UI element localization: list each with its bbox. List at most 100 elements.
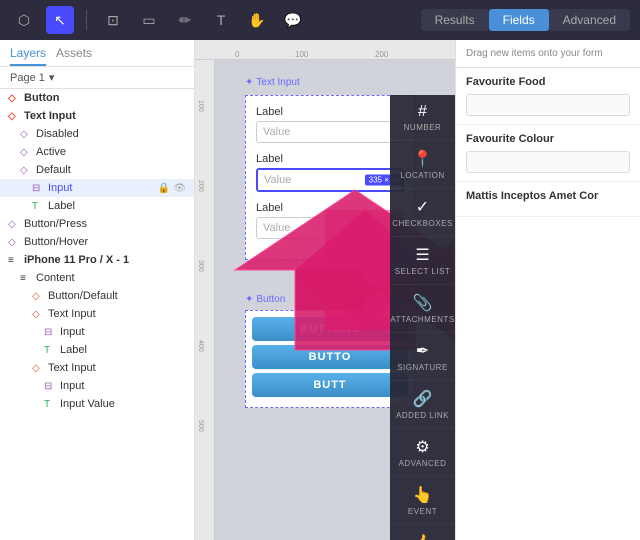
layer-label: Label (60, 344, 87, 356)
design-button-3[interactable]: BUTT (252, 373, 408, 397)
layer-button-default[interactable]: ◇ Button/Default (0, 287, 194, 305)
number-label: NUMBER (404, 123, 442, 132)
event-icon-item[interactable]: 👆 EVENT (390, 477, 455, 525)
design-button-1[interactable]: BUTTONS (252, 317, 408, 341)
layer-button[interactable]: ◇ Button (0, 89, 194, 107)
location-icon-item[interactable]: 📍 LOCATION (390, 141, 455, 189)
signature-icon-item[interactable]: ✒ SIGNATURE (390, 333, 455, 381)
signature-label: SIGNATURE (397, 363, 448, 372)
selectlist-label: SELECT LIST (395, 267, 451, 276)
results-tab[interactable]: Results (421, 9, 489, 31)
layer-default[interactable]: ◇ Default (0, 161, 194, 179)
layer-input2[interactable]: ⊟ Input (0, 323, 194, 341)
location-icon: 📍 (413, 149, 433, 169)
toolbar-right: Results Fields Advanced (421, 9, 630, 31)
design-button-2[interactable]: BUTTO (252, 345, 408, 369)
drag-hint: Drag new items onto your form (456, 40, 640, 68)
layer-label: Content (36, 272, 75, 284)
layer-button-press[interactable]: ◇ Button/Press (0, 215, 194, 233)
chevron-down-icon: ▾ (49, 71, 55, 84)
lock-icon[interactable]: 🔒 (158, 183, 170, 194)
toolbar-divider (86, 10, 87, 30)
favourite-food-input[interactable] (466, 94, 630, 116)
layer-input[interactable]: ⊟ Input 🔒 👁 (0, 179, 194, 197)
layer-text-input[interactable]: ◇ Text Input (0, 107, 194, 125)
component-icon: ◇ (8, 93, 20, 104)
field-group-3: Label Value (256, 202, 404, 239)
pen-tool[interactable]: ✏ (171, 6, 199, 34)
cursor-tool[interactable]: ↖ (46, 6, 74, 34)
frame-tool[interactable]: ⊡ (99, 6, 127, 34)
layer-actions: 🔒 👁 (158, 183, 186, 194)
layer-label: Button (24, 92, 59, 104)
advanced-tab[interactable]: Advanced (549, 9, 630, 31)
button-icon: 👍 (413, 533, 433, 540)
checkboxes-icon-item[interactable]: ✓ CHECKBOXES (390, 189, 455, 237)
field-value-1[interactable]: Value (256, 121, 404, 143)
layer-button-hover[interactable]: ◇ Button/Hover (0, 233, 194, 251)
number-icon: # (418, 103, 427, 121)
ruler-mark-0: 0 (235, 50, 239, 59)
favourite-colour-input[interactable] (466, 151, 630, 173)
field-value-3[interactable]: Value (256, 217, 404, 239)
layer-label: Default (36, 164, 71, 176)
layer-text-input3[interactable]: ◇ Text Input (0, 359, 194, 377)
text-tool[interactable]: T (207, 6, 235, 34)
diamond-icon: ◇ (20, 129, 32, 140)
layer-label: Input (60, 380, 84, 392)
diamond-icon: ◇ (8, 237, 20, 248)
right-panel: Drag new items onto your form Favourite … (455, 40, 640, 540)
layer-active[interactable]: ◇ Active (0, 143, 194, 161)
layer-input3[interactable]: ⊟ Input (0, 377, 194, 395)
event-icon: 👆 (413, 485, 433, 505)
layer-disabled[interactable]: ◇ Disabled (0, 125, 194, 143)
assets-tab[interactable]: Assets (56, 46, 92, 66)
ruler-mark-vert-400: 400 (197, 340, 204, 352)
fields-tab[interactable]: Fields (489, 9, 549, 31)
field-value-2[interactable]: Value 335 × 49 (256, 168, 404, 192)
favourite-food-section: Favourite Food (456, 68, 640, 125)
text-icon: T (32, 201, 44, 212)
layer-text-input2[interactable]: ◇ Text Input (0, 305, 194, 323)
page-selector[interactable]: Page 1 ▾ (0, 67, 194, 89)
select-tool[interactable]: ⬡ (10, 6, 38, 34)
number-icon-item[interactable]: # NUMBER (390, 95, 455, 141)
layer-label: Label (48, 200, 75, 212)
eye-icon[interactable]: 👁 (173, 183, 186, 194)
field-label-2: Label (256, 153, 404, 165)
checkboxes-label: CHECKBOXES (392, 219, 453, 228)
toolbar: ⬡ ↖ ⊡ ▭ ✏ T ✋ 💬 Results Fields Advanced (0, 0, 640, 40)
added-link-item[interactable]: 🔗 ADDED LINK (390, 381, 455, 429)
layer-label: Button/Default (48, 290, 118, 302)
selectlist-icon-item[interactable]: ☰ SELECT LIST (390, 237, 455, 285)
icon-panel: # NUMBER 📍 LOCATION ✓ CHECKBOXES ☰ SELEC… (390, 95, 455, 540)
layer-iphone[interactable]: ≡ iPhone 11 Pro / X - 1 (0, 251, 194, 269)
sidebar-tabs: Layers Assets (0, 40, 194, 67)
added-link-label: ADDED LINK (396, 411, 449, 420)
layer-label-item[interactable]: T Label (0, 197, 194, 215)
ruler-mark-vert-300: 300 (197, 260, 204, 272)
button-icon-item[interactable]: 👍 BUTTON (390, 525, 455, 540)
signature-icon: ✒ (416, 341, 429, 361)
comment-tool[interactable]: 💬 (279, 6, 307, 34)
layer-input-value[interactable]: T Input Value (0, 395, 194, 413)
sparkle-icon: ✦ (245, 294, 253, 305)
ruler-mark-vert-500: 500 (197, 420, 204, 432)
layer-label2[interactable]: T Label (0, 341, 194, 359)
text-icon: T (44, 345, 56, 356)
input-icon: ⊟ (44, 381, 56, 392)
advanced-item[interactable]: ⚙ ADVANCED (390, 429, 455, 477)
shape-tool[interactable]: ▭ (135, 6, 163, 34)
layer-label: Button/Hover (24, 236, 88, 248)
hand-tool[interactable]: ✋ (243, 6, 271, 34)
component-icon: ◇ (32, 309, 44, 320)
layer-label: Active (36, 146, 66, 158)
attachments-icon-item[interactable]: 📎 ATTACHMENTS (390, 285, 455, 333)
frame-icon: ≡ (20, 273, 32, 284)
field-label-3: Label (256, 202, 404, 214)
layer-label: Text Input (24, 110, 76, 122)
layer-content[interactable]: ≡ Content (0, 269, 194, 287)
layers-tab[interactable]: Layers (10, 46, 46, 66)
ruler-mark-vert-100: 100 (197, 100, 204, 112)
favourite-colour-title: Favourite Colour (466, 133, 630, 145)
